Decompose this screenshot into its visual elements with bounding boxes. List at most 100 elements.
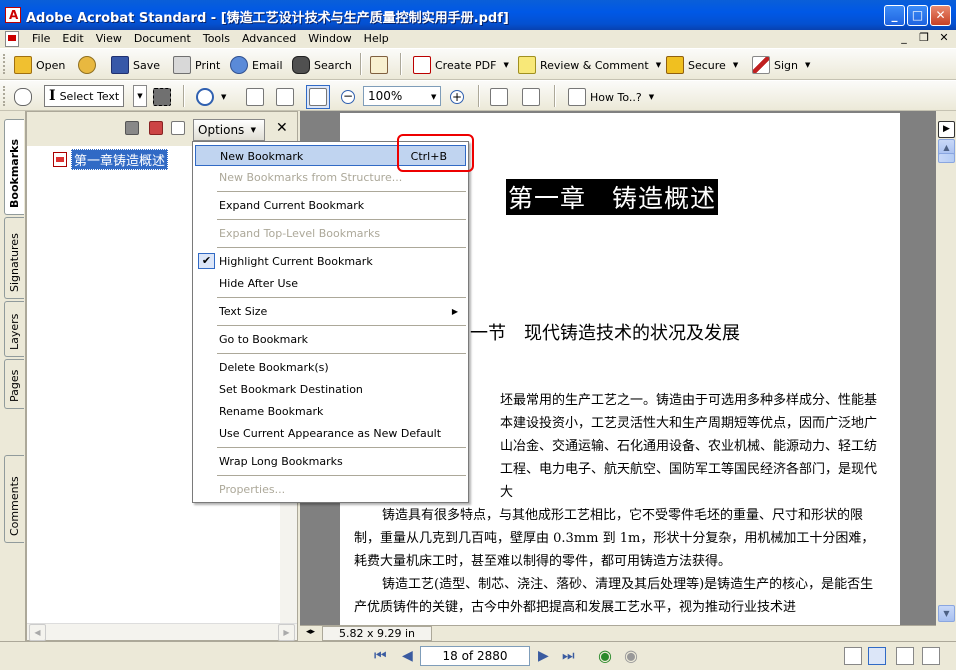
print-button[interactable]: Print	[173, 53, 220, 77]
menu-separator	[217, 447, 466, 448]
tab-signatures[interactable]: Signatures	[4, 217, 24, 299]
continuous-view-icon[interactable]	[868, 647, 886, 665]
bookmark-item[interactable]: 第一章铸造概述	[53, 149, 169, 170]
minimize-button[interactable]: _	[884, 5, 905, 26]
previous-view-icon[interactable]: ◉	[598, 646, 612, 665]
rotate-view-button[interactable]	[490, 85, 508, 109]
doc-restore-button[interactable]: ❐	[916, 31, 932, 44]
menu-wrap-long-bookmarks[interactable]: Wrap Long Bookmarks	[195, 451, 466, 472]
menu-go-to-bookmark[interactable]: Go to Bookmark	[195, 329, 466, 350]
scroll-thumb[interactable]	[938, 153, 955, 163]
zoom-in-button[interactable]: +	[450, 85, 464, 109]
review-comment-button[interactable]: Review & Comment ▼	[518, 53, 661, 77]
split-handle-icon[interactable]: ◂▸	[306, 627, 315, 637]
trash-icon[interactable]	[125, 121, 139, 135]
chevron-down-icon[interactable]: ▼	[503, 61, 508, 69]
scroll-right-icon[interactable]: ▶	[278, 624, 295, 641]
toolbar-separator	[554, 85, 556, 107]
menu-rename-bookmark[interactable]: Rename Bookmark	[195, 401, 466, 422]
select-text-button[interactable]: I Select Text	[44, 85, 125, 107]
sign-button[interactable]: Sign ▼	[752, 53, 810, 77]
menu-properties[interactable]: Properties...	[195, 479, 466, 500]
page-number-input[interactable]: 18 of 2880	[420, 646, 530, 666]
search-button[interactable]: Search	[292, 53, 352, 77]
menu-item-label: Wrap Long Bookmarks	[219, 455, 343, 468]
chevron-down-icon[interactable]: ▼	[656, 61, 661, 69]
facing-view-icon[interactable]	[896, 647, 914, 665]
last-page-icon[interactable]: ⏭	[562, 648, 575, 664]
doc-minimize-button[interactable]: _	[896, 31, 912, 44]
first-page-icon[interactable]: ⏮	[374, 648, 387, 664]
toolbar-separator	[478, 85, 480, 107]
menu-separator	[217, 191, 466, 192]
toolbar-grip[interactable]	[3, 54, 6, 74]
expand-bookmark-icon[interactable]	[171, 121, 185, 135]
maximize-button[interactable]: □	[907, 5, 928, 26]
document-icon[interactable]	[5, 31, 19, 47]
menu-delete-bookmarks[interactable]: Delete Bookmark(s)	[195, 357, 466, 378]
select-text-label: Select Text	[59, 89, 120, 103]
new-bookmark-icon[interactable]	[149, 121, 163, 135]
zoom-out-button[interactable]: −	[341, 85, 355, 109]
fit-width-button[interactable]	[306, 85, 330, 109]
single-page-view-icon[interactable]	[844, 647, 862, 665]
continuous-facing-view-icon[interactable]	[922, 647, 940, 665]
chevron-down-icon[interactable]: ▼	[221, 93, 226, 101]
close-panel-button[interactable]: ✕	[276, 120, 288, 136]
doc-close-button[interactable]: ✕	[936, 31, 952, 44]
actual-size-button[interactable]	[246, 85, 264, 109]
scroll-down-icon[interactable]: ▼	[938, 605, 955, 622]
open-button[interactable]: Open	[14, 53, 65, 77]
chevron-right-icon[interactable]: ▶	[938, 121, 955, 138]
tab-comments[interactable]: Comments	[4, 455, 24, 543]
organizer-button[interactable]	[78, 53, 96, 77]
fit-page-button[interactable]	[276, 85, 294, 109]
scroll-left-icon[interactable]: ◀	[29, 624, 46, 641]
zoom-tool-button[interactable]: ▼	[196, 85, 226, 109]
zoom-dropdown[interactable]: ▼	[428, 85, 436, 109]
dictionary-button[interactable]	[370, 53, 388, 77]
how-to-button[interactable]: How To..? ▼	[568, 85, 654, 109]
menu-item-label: Highlight Current Bookmark	[219, 255, 373, 268]
toolbar-grip[interactable]	[3, 86, 6, 106]
snapshot-tool-button[interactable]	[153, 85, 171, 109]
save-button[interactable]: Save	[111, 53, 160, 77]
chevron-down-icon[interactable]: ▼	[805, 61, 810, 69]
menu-tools[interactable]: Tools	[197, 31, 236, 47]
menu-expand-top-level-bookmarks[interactable]: Expand Top-Level Bookmarks	[195, 223, 466, 244]
search-label: Search	[314, 58, 352, 72]
options-label: Options	[198, 123, 245, 137]
tab-pages[interactable]: Pages	[4, 359, 24, 409]
menu-hide-after-use[interactable]: Hide After Use	[195, 273, 466, 294]
menu-document[interactable]: Document	[128, 31, 197, 47]
secure-button[interactable]: Secure ▼	[666, 53, 738, 77]
select-tool-dropdown[interactable]: ▼	[133, 85, 147, 107]
tab-layers[interactable]: Layers	[4, 301, 24, 357]
menu-help[interactable]: Help	[358, 31, 395, 47]
create-pdf-button[interactable]: Create PDF ▼	[413, 53, 509, 77]
bookmarks-horizontal-scrollbar[interactable]: ◀ ▶	[27, 623, 297, 641]
hand-tool-button[interactable]	[14, 85, 32, 109]
email-button[interactable]: Email	[230, 53, 283, 77]
menu-advanced[interactable]: Advanced	[236, 31, 302, 47]
menu-view[interactable]: View	[90, 31, 128, 47]
menu-expand-current-bookmark[interactable]: Expand Current Bookmark	[195, 195, 466, 216]
menu-edit[interactable]: Edit	[56, 31, 89, 47]
rotate-page-button[interactable]	[522, 85, 540, 109]
menu-set-bookmark-destination[interactable]: Set Bookmark Destination	[195, 379, 466, 400]
next-page-icon[interactable]: ▶	[538, 648, 549, 664]
menu-highlight-current-bookmark[interactable]: ✔ Highlight Current Bookmark	[195, 251, 466, 272]
chevron-down-icon[interactable]: ▼	[649, 93, 654, 101]
tab-bookmarks[interactable]: Bookmarks	[4, 119, 24, 215]
chevron-down-icon[interactable]: ▼	[733, 61, 738, 69]
menu-use-current-appearance[interactable]: Use Current Appearance as New Default	[195, 423, 466, 444]
previous-page-icon[interactable]: ◀	[402, 648, 413, 664]
menu-text-size[interactable]: Text Size ▶	[195, 301, 466, 322]
menu-file[interactable]: File	[26, 31, 56, 47]
menu-window[interactable]: Window	[302, 31, 357, 47]
checkmark-icon: ✔	[198, 253, 215, 269]
options-button[interactable]: Options ▼	[193, 119, 265, 141]
close-button[interactable]: ✕	[930, 5, 951, 26]
document-vertical-scrollbar[interactable]: ▶ ▲ ▼	[936, 111, 956, 625]
next-view-icon[interactable]: ◉	[624, 646, 638, 665]
